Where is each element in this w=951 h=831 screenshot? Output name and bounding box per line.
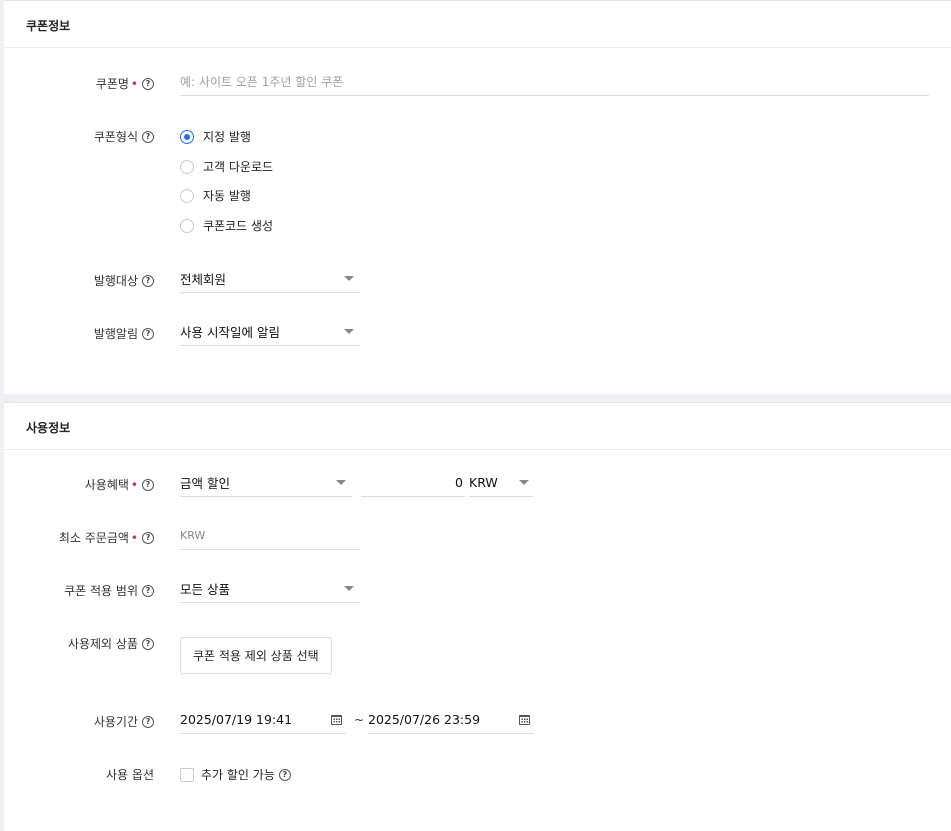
checkbox-label: 추가 할인 가능 (201, 768, 275, 782)
question-circle-icon[interactable]: ? (142, 637, 154, 650)
radio-icon[interactable] (180, 129, 194, 144)
radio-coupon-code[interactable]: 쿠폰코드 생성 (180, 217, 273, 234)
question-circle-icon[interactable]: ? (142, 715, 154, 728)
caret-down-icon (344, 329, 354, 334)
issue-notify-label: 발행알림 ? (94, 325, 154, 342)
additional-discount-checkbox[interactable]: 추가 할인 가능 ? (180, 766, 291, 783)
select-value: KRW (469, 475, 498, 490)
select-excluded-products-button[interactable]: 쿠폰 적용 제외 상품 선택 (180, 637, 332, 674)
radio-icon[interactable] (180, 218, 194, 233)
unit-text: KRW (180, 529, 206, 542)
scope-label: 쿠폰 적용 범위 ? (64, 582, 154, 599)
label-text: 쿠폰 적용 범위 (64, 584, 138, 598)
date-value: 2025/07/19 19:41 (180, 712, 293, 727)
radio-label: 자동 발행 (203, 189, 251, 203)
label-text: 쿠폰명 (95, 77, 129, 91)
end-date-input[interactable]: 2025/07/26 23:59 (368, 706, 534, 734)
caret-down-icon (519, 480, 529, 485)
scope-select[interactable]: 모든 상품 (180, 575, 360, 603)
question-circle-icon[interactable]: ? (142, 584, 154, 597)
label-text: 사용기간 (93, 715, 138, 729)
min-order-label: 최소 주문금액 • ? (59, 529, 154, 546)
issue-target-label: 발행대상 ? (94, 272, 154, 289)
coupon-name-label: 쿠폰명 • ? (96, 75, 154, 92)
question-circle-icon[interactable]: ? (278, 768, 291, 781)
caret-down-icon (344, 276, 354, 281)
coupon-name-input[interactable] (180, 68, 929, 96)
select-value: 전체회원 (180, 272, 227, 287)
divider (4, 449, 951, 450)
radio-label: 쿠폰코드 생성 (203, 219, 274, 233)
issue-notify-select[interactable]: 사용 시작일에 알림 (180, 318, 360, 346)
required-mark: • (130, 530, 138, 545)
question-circle-icon[interactable]: ? (142, 130, 154, 143)
question-circle-icon[interactable]: ? (142, 327, 154, 340)
benefit-label: 사용혜택 • ? (85, 476, 154, 493)
radio-icon[interactable] (180, 188, 194, 203)
label-text: 발행알림 (93, 327, 138, 341)
radio-customer-download[interactable]: 고객 다운로드 (180, 158, 273, 175)
benefit-type-select[interactable]: 금액 할인 (180, 469, 352, 497)
question-circle-icon[interactable]: ? (142, 531, 154, 544)
radio-label: 지정 발행 (203, 130, 251, 144)
start-date-input[interactable]: 2025/07/19 19:41 (180, 706, 346, 734)
coupon-type-label: 쿠폰형식 ? (94, 128, 154, 145)
amount-value: 0 (455, 475, 463, 490)
calendar-icon[interactable] (331, 714, 342, 725)
coupon-info-section: 쿠폰정보 쿠폰명 • ? 쿠폰형식 ? 지정 발행 고객 다운로드 자동 발행 … (4, 0, 951, 394)
min-order-input[interactable]: KRW (180, 522, 360, 550)
divider (4, 47, 951, 48)
usage-info-section: 사용정보 사용혜택 • ? 금액 할인 0 KRW 최소 주문금액 • ? KR… (4, 402, 951, 831)
radio-designated-issue[interactable]: 지정 발행 (180, 128, 251, 145)
radio-icon[interactable] (180, 159, 194, 174)
label-text: 최소 주문금액 (58, 531, 129, 545)
required-mark: • (130, 477, 138, 492)
question-circle-icon[interactable]: ? (142, 77, 154, 90)
select-value: 모든 상품 (180, 582, 230, 597)
issue-target-select[interactable]: 전체회원 (180, 265, 360, 293)
select-value: 금액 할인 (180, 476, 230, 491)
section-title: 쿠폰정보 (26, 19, 71, 33)
benefit-amount-input[interactable]: 0 (361, 469, 465, 497)
date-separator: ~ (354, 713, 365, 727)
radio-auto-issue[interactable]: 자동 발행 (180, 187, 251, 204)
calendar-icon[interactable] (519, 714, 530, 725)
question-circle-icon[interactable]: ? (142, 478, 154, 491)
checkbox-icon[interactable] (180, 767, 194, 782)
label-text: 쿠폰형식 (93, 130, 138, 144)
caret-down-icon (336, 480, 346, 485)
select-value: 사용 시작일에 알림 (180, 325, 280, 340)
period-label: 사용기간 ? (94, 713, 154, 730)
label-text: 사용 옵션 (106, 768, 154, 782)
label-text: 사용혜택 (84, 478, 129, 492)
caret-down-icon (344, 586, 354, 591)
section-title: 사용정보 (26, 421, 71, 435)
usage-option-label: 사용 옵션 (106, 766, 154, 783)
radio-label: 고객 다운로드 (203, 160, 274, 174)
currency-select[interactable]: KRW (469, 469, 533, 497)
required-mark: • (130, 76, 138, 91)
exclude-label: 사용제외 상품 ? (68, 635, 154, 652)
label-text: 발행대상 (93, 274, 138, 288)
date-value: 2025/07/26 23:59 (368, 712, 481, 727)
question-circle-icon[interactable]: ? (142, 274, 154, 287)
label-text: 사용제외 상품 (67, 637, 138, 651)
